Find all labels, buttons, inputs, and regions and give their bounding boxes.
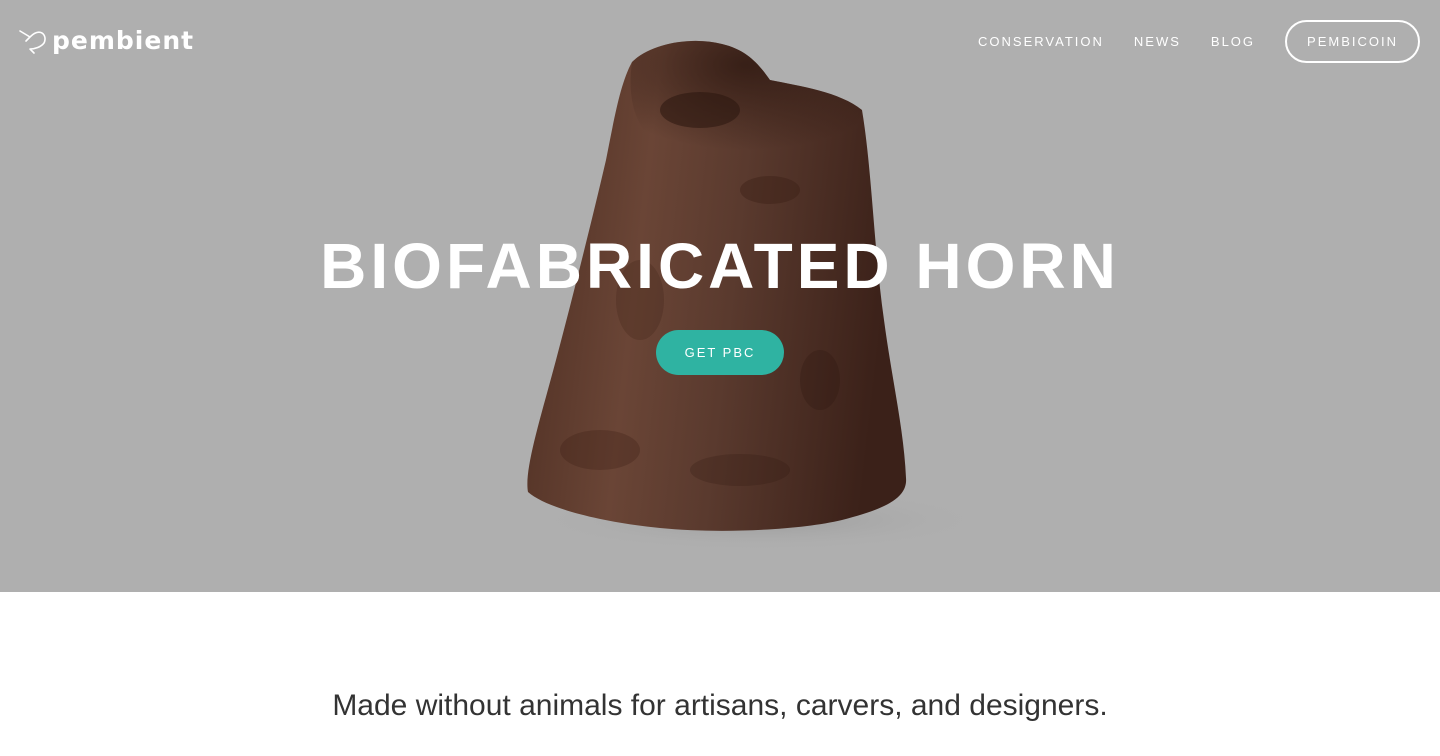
get-pbc-button[interactable]: GET PBC (656, 330, 784, 375)
pembicoin-button[interactable]: PEMBICOIN (1285, 20, 1420, 63)
tagline: Made without animals for artisans, carve… (332, 689, 1108, 722)
brand-name: pembient (52, 26, 195, 55)
nav-link-conservation[interactable]: CONSERVATION (978, 20, 1104, 63)
page: pembient CONSERVATION NEWS BLOG PEMBICOI… (0, 0, 1440, 756)
hero-section: pembient CONSERVATION NEWS BLOG PEMBICOI… (0, 0, 1440, 592)
top-nav: pembient CONSERVATION NEWS BLOG PEMBICOI… (0, 0, 1440, 84)
nav-link-blog[interactable]: BLOG (1211, 20, 1255, 63)
nav-link-news[interactable]: NEWS (1134, 20, 1181, 63)
hero-title: BIOFABRICATED HORN (320, 230, 1120, 302)
nav-links: CONSERVATION NEWS BLOG PEMBICOIN (948, 20, 1420, 63)
bird-logo-icon (19, 30, 46, 54)
brand-logo[interactable]: pembient (18, 26, 194, 56)
